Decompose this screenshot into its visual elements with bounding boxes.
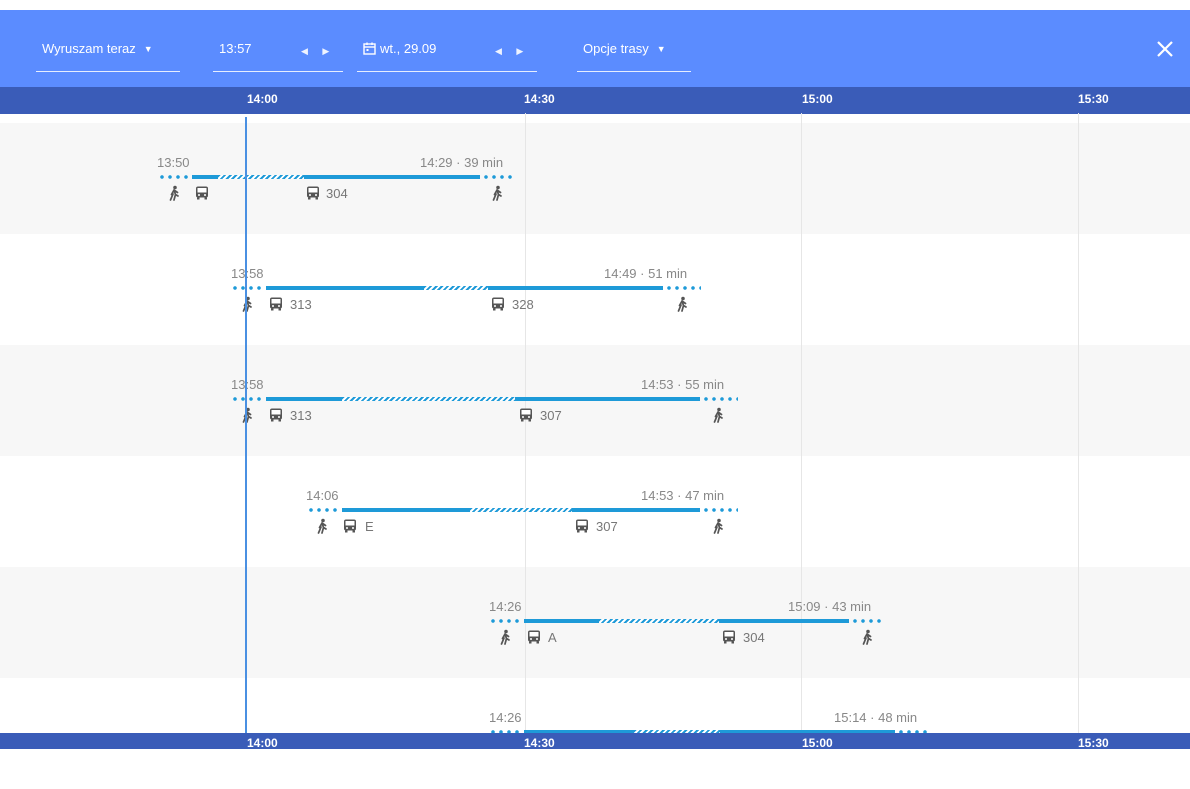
- bus-segment: [304, 175, 480, 179]
- timeline-axis-top: 14:00 14:30 15:00 15:30: [0, 87, 1190, 114]
- tick-label: 14:00: [247, 736, 278, 750]
- time-value: 13:57: [219, 41, 252, 56]
- timeline-axis-bottom: 14:00 14:30 15:00 15:30: [0, 733, 1190, 750]
- bus-icon: [492, 297, 504, 311]
- bus-segment: [719, 619, 849, 623]
- tick-label: 15:30: [1078, 736, 1109, 750]
- walk-segment: [851, 619, 885, 623]
- gridline: [1078, 113, 1079, 733]
- bus-line-number: 304: [326, 186, 348, 201]
- time-field[interactable]: 13:57 ◀ ▶: [213, 38, 343, 72]
- bus-line-number: 307: [596, 519, 618, 534]
- walk-segment: [482, 175, 516, 179]
- bus-line-number: A: [548, 630, 557, 645]
- bus-line-number: 313: [290, 408, 312, 423]
- bus-line-number: 328: [512, 297, 534, 312]
- bus-segment: [192, 175, 218, 179]
- bus-segment: [488, 286, 663, 290]
- departure-time: 14:26: [489, 599, 522, 614]
- walk-segment: [158, 175, 190, 179]
- date-prev-next-icon[interactable]: ◀ ▶: [495, 40, 529, 62]
- date-value: wt., 29.09: [380, 41, 437, 56]
- bus-segment: [524, 619, 599, 623]
- depart-mode-label: Wyruszam teraz: [42, 41, 136, 56]
- bus-icon: [520, 408, 532, 422]
- bus-icon: [270, 297, 282, 311]
- departure-time: 13:58: [231, 266, 264, 281]
- bus-line-number: 307: [540, 408, 562, 423]
- walk-icon: [713, 518, 723, 534]
- route-options-label: Opcje trasy: [583, 41, 649, 56]
- wait-segment: [342, 397, 515, 401]
- bus-icon: [307, 186, 319, 200]
- calendar-icon: [363, 42, 376, 55]
- bus-icon: [723, 630, 735, 644]
- close-icon[interactable]: [1150, 34, 1180, 64]
- walk-icon: [169, 185, 179, 201]
- wait-segment: [599, 619, 719, 623]
- departure-time: 14:26: [489, 710, 522, 725]
- wait-segment: [424, 286, 488, 290]
- walk-icon: [713, 407, 723, 423]
- time-prev-next-icon[interactable]: ◀ ▶: [301, 40, 335, 62]
- bus-line-number: 304: [743, 630, 765, 645]
- walk-segment: [665, 286, 701, 290]
- tick-label: 14:30: [524, 736, 555, 750]
- bus-icon: [270, 408, 282, 422]
- walk-icon: [242, 296, 252, 312]
- bus-icon: [528, 630, 540, 644]
- departure-time: 13:50: [157, 155, 190, 170]
- tick-label: 14:30: [524, 92, 555, 106]
- bus-icon: [196, 186, 208, 200]
- departure-time: 13:58: [231, 377, 264, 392]
- bus-icon: [576, 519, 588, 533]
- bus-icon: [344, 519, 356, 533]
- caret-down-icon: ▼: [143, 44, 153, 54]
- tick-label: 14:00: [247, 92, 278, 106]
- current-time-line: [245, 117, 247, 739]
- walk-icon: [500, 629, 510, 645]
- arrival-duration: 14:29 · 39 min: [420, 155, 504, 170]
- arrival-duration: 14:53 · 47 min: [641, 488, 725, 503]
- wait-segment: [218, 175, 304, 179]
- bus-line-number: 313: [290, 297, 312, 312]
- caret-down-icon: ▼: [656, 44, 666, 54]
- arrival-duration: 15:14 · 48 min: [834, 710, 918, 725]
- tick-label: 15:00: [802, 736, 833, 750]
- walk-segment: [231, 397, 265, 401]
- walk-segment: [307, 508, 341, 512]
- bus-segment: [342, 508, 470, 512]
- tick-label: 15:30: [1078, 92, 1109, 106]
- bus-segment: [572, 508, 700, 512]
- bus-line-number: E: [365, 519, 374, 534]
- walk-icon: [677, 296, 687, 312]
- depart-mode-dropdown[interactable]: Wyruszam teraz ▼: [36, 38, 180, 72]
- arrival-duration: 14:53 · 55 min: [641, 377, 725, 392]
- gridline: [801, 113, 802, 733]
- walk-icon: [862, 629, 872, 645]
- walk-segment: [702, 508, 738, 512]
- arrival-duration: 15:09 · 43 min: [788, 599, 872, 614]
- walk-icon: [317, 518, 327, 534]
- wait-segment: [470, 508, 572, 512]
- bus-segment: [515, 397, 700, 401]
- arrival-duration: 14:49 · 51 min: [604, 266, 688, 281]
- date-field[interactable]: wt., 29.09 ◀ ▶: [357, 38, 537, 72]
- walk-segment: [489, 619, 523, 623]
- bus-segment: [266, 397, 342, 401]
- walk-icon: [492, 185, 502, 201]
- bus-segment: [266, 286, 424, 290]
- route-options-dropdown[interactable]: Opcje trasy ▼: [577, 38, 691, 72]
- walk-icon: [242, 407, 252, 423]
- tick-label: 15:00: [802, 92, 833, 106]
- departure-time: 14:06: [306, 488, 339, 503]
- walk-segment: [702, 397, 738, 401]
- walk-segment: [231, 286, 265, 290]
- toolbar: Wyruszam teraz ▼ 13:57 ◀ ▶ wt., 29.09 ◀ ▶…: [0, 10, 1190, 87]
